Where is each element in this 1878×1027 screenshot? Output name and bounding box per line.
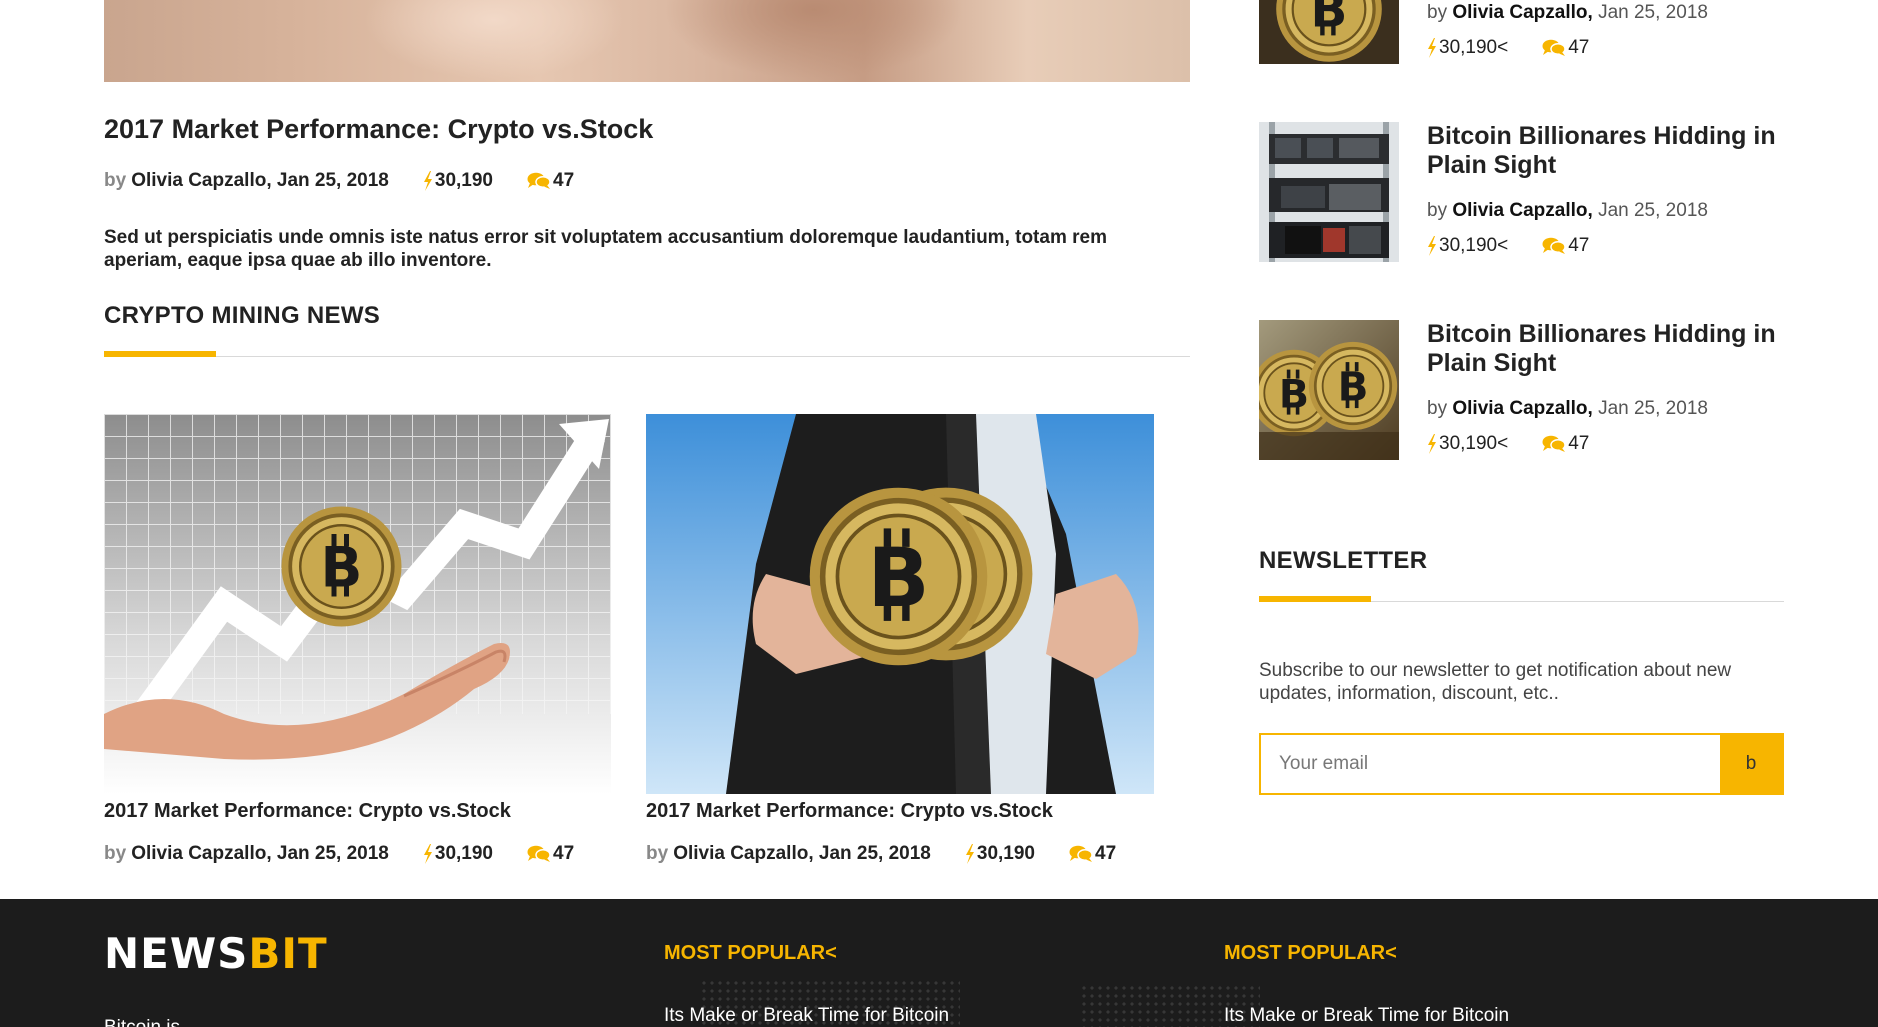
card-meta: by Olivia Capzallo, Jan 25, 2018 30,190 … [646,843,1116,865]
author-link[interactable]: Olivia Capzallo, [1452,2,1592,23]
card-title[interactable]: 2017 Market Performance: Crypto vs.Stock [104,800,511,823]
author-date[interactable]: Olivia Capzallo, Jan 25, 2018 [131,170,389,192]
lightning-bolt-icon [1427,236,1437,256]
comments-count: 47 [553,843,575,864]
comments-stat[interactable]: 47 [527,843,574,865]
views-count: 30,190 [434,843,493,864]
chat-bubbles-icon [1069,845,1093,863]
section-accent-bar [104,351,216,357]
featured-article-excerpt: Sed ut perspiciatis unde omnis iste natu… [104,227,1107,271]
comments-stat[interactable]: 47 [527,170,574,192]
comments-count: 47 [1095,843,1117,864]
lightning-bolt-icon [1427,434,1437,454]
views-count: 30,190 [434,170,493,191]
sidebar-post-title[interactable]: Bitcoin Billionares Hidding in Plain Sig… [1427,320,1807,378]
sidebar-post-title[interactable]: Bitcoin Billionares Hidding in Plain Sig… [1427,122,1807,180]
views-stat: 30,190 [423,170,493,192]
footer-popular-link[interactable]: Its Make or Break Time for Bitcoin [664,1005,949,1027]
site-footer: NEWSBIT Bitcoin is MOST POPULAR< Its Mak… [0,899,1878,1027]
footer-logo[interactable]: NEWSBIT [104,929,328,978]
footer-heading-most-popular: MOST POPULAR< [1224,942,1397,964]
footer-heading-most-popular: MOST POPULAR< [664,942,837,964]
card-meta: by Olivia Capzallo, Jan 25, 2018 30,190 … [104,843,574,865]
author-date[interactable]: Olivia Capzallo, Jan 25, 2018 [673,843,931,865]
sidebar-post-stats: 30,190< 47 [1427,37,1589,59]
views-count: 30,190 [976,843,1035,864]
sidebar-post-thumbnail[interactable] [1259,0,1399,64]
subscribe-button[interactable]: b [1720,735,1782,793]
lightning-bolt-icon [423,844,433,864]
author-link[interactable]: Olivia Capzallo, [1452,398,1592,419]
chat-bubbles-icon [1542,435,1566,453]
section-divider [104,356,1190,357]
sidebar-post-stats: 30,190< 47 [1427,235,1589,257]
card-image-market-chart[interactable] [104,414,611,794]
author-date[interactable]: Olivia Capzallo, Jan 25, 2018 [131,843,389,865]
featured-article-title[interactable]: 2017 Market Performance: Crypto vs.Stock [104,114,653,145]
chat-bubbles-icon [527,172,551,190]
footer-popular-link[interactable]: Its Make or Break Time for Bitcoin [1224,1005,1509,1027]
chat-bubbles-icon [1542,237,1566,255]
sidebar-post-thumbnail[interactable] [1259,122,1399,262]
by-label: by [646,843,669,864]
card-image-bitcoin-hands[interactable] [646,414,1154,794]
newsletter-form: b [1259,733,1784,795]
featured-article-image[interactable] [104,0,1190,82]
card-title[interactable]: 2017 Market Performance: Crypto vs.Stock [646,800,1053,823]
by-label: by [104,170,127,191]
author-link[interactable]: Olivia Capzallo, [1452,200,1592,221]
newsletter-accent-bar [1259,596,1371,602]
newsletter-description: Subscribe to our newsletter to get notif… [1259,660,1732,704]
featured-article-meta: by Olivia Capzallo, Jan 25, 2018 30,190 … [104,170,574,192]
email-input[interactable] [1261,735,1720,793]
sidebar-post-meta: by Olivia Capzallo, Jan 25, 2018 [1427,398,1708,419]
sidebar-post-meta: by Olivia Capzallo, Jan 25, 2018 [1427,2,1708,23]
views-stat: 30,190 [423,843,493,865]
comments-count: 47 [553,170,575,191]
chat-bubbles-icon [527,845,551,863]
sidebar-post-thumbnail[interactable] [1259,320,1399,460]
sidebar-post-meta: by Olivia Capzallo, Jan 25, 2018 [1427,200,1708,221]
sidebar-post-stats: 30,190< 47 [1427,433,1589,455]
section-title-crypto-mining: CRYPTO MINING NEWS [104,302,381,329]
lightning-bolt-icon [423,171,433,191]
comments-stat[interactable]: 47 [1069,843,1116,865]
footer-description: Bitcoin is [104,1017,180,1027]
chat-bubbles-icon [1542,39,1566,57]
newsletter-title: NEWSLETTER [1259,547,1428,574]
lightning-bolt-icon [1427,38,1437,58]
views-stat: 30,190 [965,843,1035,865]
by-label: by [104,843,127,864]
lightning-bolt-icon [965,844,975,864]
